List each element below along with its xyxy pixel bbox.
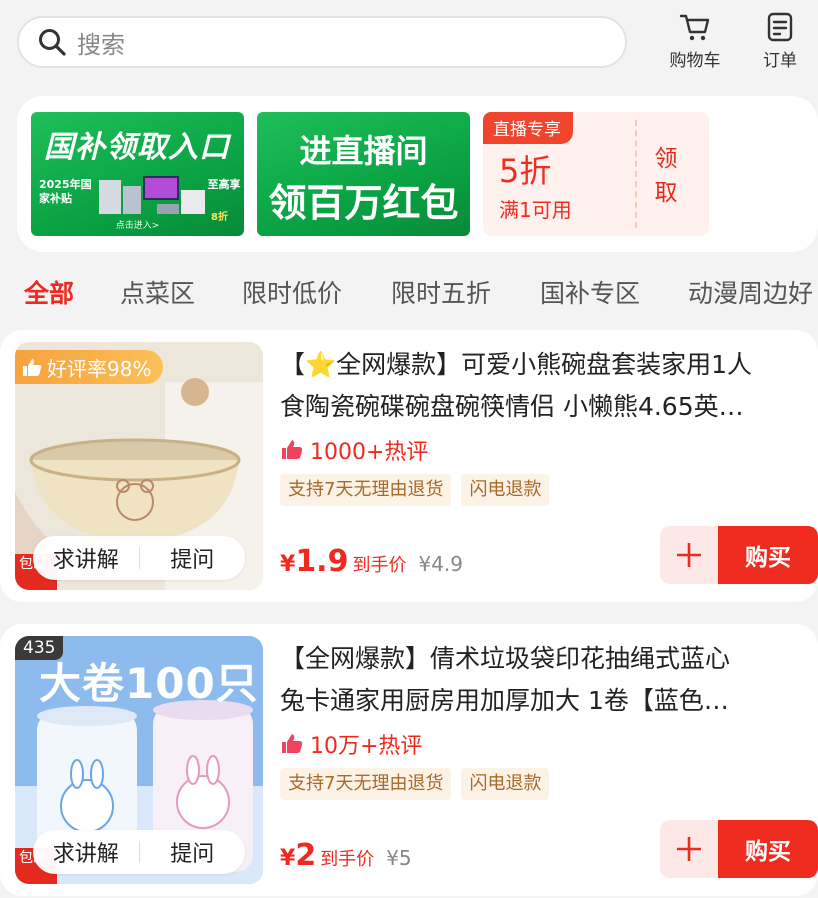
explain-ask-pill: 求讲解 提问 xyxy=(33,830,245,874)
header: 搜索 购物车 订单 xyxy=(0,0,818,90)
category-tabs: 全部 点菜区 限时低价 限时五折 国补专区 动漫周边好 xyxy=(0,268,818,316)
bundle-text: 大卷100只 xyxy=(39,659,259,708)
thumbs-up-icon xyxy=(282,440,303,459)
return-policy-chip: 支持7天无理由退货 xyxy=(280,768,452,800)
product-title-line2: 兔卡通家用厨房用加厚加大 1卷【蓝色… xyxy=(280,686,729,715)
price-label: 到手价 xyxy=(320,849,375,870)
product-title[interactable]: 【全网爆款】倩术垃圾袋印花抽绳式蓝心 兔卡通家用厨房用加厚加大 1卷【蓝色… xyxy=(280,638,810,722)
search-bar[interactable]: 搜索 xyxy=(17,16,627,68)
promo-card: 国补领取入口 2025年国家补贴 至高享 8折 点击进入> 进直播间 领百万红包… xyxy=(17,96,818,252)
service-chips: 支持7天无理由退货 闪电退款 xyxy=(280,474,559,506)
explain-ask-pill: 求讲解 提问 xyxy=(33,536,245,580)
plus-icon xyxy=(677,543,701,567)
return-policy-chip: 支持7天无理由退货 xyxy=(280,474,452,506)
tab-half-price[interactable]: 限时五折 xyxy=(391,274,491,310)
final-price: ¥1.9 xyxy=(280,544,348,579)
add-to-cart-button[interactable] xyxy=(660,526,718,584)
ask-question-button[interactable]: 提问 xyxy=(140,542,246,574)
tab-flash-low-price[interactable]: 限时低价 xyxy=(242,274,342,310)
hot-reviews: 1000+热评 xyxy=(280,434,428,466)
product-title-line1: 【⭐全网爆款】可爱小熊碗盘套装家用1人 xyxy=(280,350,753,379)
search-icon xyxy=(37,27,67,57)
ask-question-button[interactable]: 提问 xyxy=(140,836,246,868)
price-row: ¥1.9 到手价 ¥4.9 xyxy=(280,544,463,579)
product-image[interactable]: 435 大卷100只 包邮 求讲解 提问 xyxy=(15,636,263,884)
product-title[interactable]: 【⭐全网爆款】可爱小熊碗盘套装家用1人 食陶瓷碗碟碗盘碗筷情侣 小懒熊4.65英… xyxy=(280,344,810,428)
rating-badge: 好评率98% xyxy=(15,350,164,384)
price-row: ¥2 到手价 ¥5 xyxy=(280,838,412,873)
product-title-line2: 食陶瓷碗碟碗盘碗筷情侣 小懒熊4.65英… xyxy=(280,392,744,421)
subsidy-enter-link: 点击进入> xyxy=(115,221,160,231)
currency-symbol: ¥ xyxy=(280,846,296,871)
coupon-condition: 满1可用 xyxy=(499,198,572,222)
coupon-value: 5折 xyxy=(499,152,552,190)
tab-all[interactable]: 全部 xyxy=(24,274,74,310)
request-explain-button[interactable]: 求讲解 xyxy=(33,542,139,574)
live-coupon: 直播专享 5折 满1可用 领取 xyxy=(483,112,709,236)
tab-anime-goods[interactable]: 动漫周边好 xyxy=(688,274,813,310)
product-image[interactable]: 好评率98% 包邮 求讲解 提问 xyxy=(15,342,263,590)
buy-button[interactable]: 购买 xyxy=(718,526,818,584)
reviews-text: 10万+热评 xyxy=(310,734,423,759)
fast-refund-chip: 闪电退款 xyxy=(461,768,550,800)
reviews-text: 1000+热评 xyxy=(310,440,429,465)
orders-label: 订单 xyxy=(763,51,797,71)
rating-text: 好评率98% xyxy=(47,356,152,381)
live-banner-line2: 领百万红包 xyxy=(268,181,459,225)
product-card[interactable]: 好评率98% 包邮 求讲解 提问 【⭐全网爆款】可爱小熊碗盘套装家用1人 食陶瓷… xyxy=(0,330,818,602)
live-banner-line1: 进直播间 xyxy=(299,132,428,170)
price-value: 2 xyxy=(295,838,317,873)
currency-symbol: ¥ xyxy=(280,552,296,577)
national-subsidy-banner[interactable]: 国补领取入口 2025年国家补贴 至高享 8折 点击进入> xyxy=(31,112,244,236)
final-price: ¥2 xyxy=(280,838,316,873)
service-chips: 支持7天无理由退货 闪电退款 xyxy=(280,768,559,800)
cart-button[interactable]: 购物车 xyxy=(660,10,730,74)
coupon-claim-button[interactable]: 领取 xyxy=(651,142,681,210)
plus-icon xyxy=(677,837,701,861)
coupon-divider xyxy=(635,120,637,228)
price-label: 到手价 xyxy=(352,555,407,576)
order-list-icon xyxy=(767,12,793,42)
thumbs-up-icon xyxy=(282,734,303,753)
original-price: ¥5 xyxy=(386,846,412,870)
request-explain-button[interactable]: 求讲解 xyxy=(33,836,139,868)
cart-icon xyxy=(679,14,710,41)
fast-refund-chip: 闪电退款 xyxy=(461,474,550,506)
subsidy-discount-prefix: 至高享 xyxy=(207,178,241,191)
hot-reviews: 10万+热评 xyxy=(280,728,422,760)
product-title-line1: 【全网爆款】倩术垃圾袋印花抽绳式蓝心 xyxy=(280,644,731,673)
subsidy-title: 国补领取入口 xyxy=(44,130,230,165)
cart-label: 购物车 xyxy=(669,51,721,71)
price-value: 1.9 xyxy=(295,544,349,579)
subsidy-year: 2025年国家补贴 xyxy=(39,178,92,205)
thumbs-up-icon xyxy=(23,359,42,376)
original-price: ¥4.9 xyxy=(418,552,463,576)
live-room-banner[interactable]: 进直播间 领百万红包 xyxy=(257,112,470,236)
add-to-cart-button[interactable] xyxy=(660,820,718,878)
orders-button[interactable]: 订单 xyxy=(745,10,815,74)
search-input[interactable]: 搜索 xyxy=(77,25,125,60)
appliances-image xyxy=(99,176,205,214)
tab-ordering-zone[interactable]: 点菜区 xyxy=(120,274,195,310)
tab-subsidy-zone[interactable]: 国补专区 xyxy=(540,274,640,310)
coupon-tag: 直播专享 xyxy=(483,112,573,144)
product-card[interactable]: 435 大卷100只 包邮 求讲解 提问 【全网爆款】倩术垃圾袋印花抽绳式蓝心 … xyxy=(0,624,818,896)
buy-button[interactable]: 购买 xyxy=(718,820,818,878)
